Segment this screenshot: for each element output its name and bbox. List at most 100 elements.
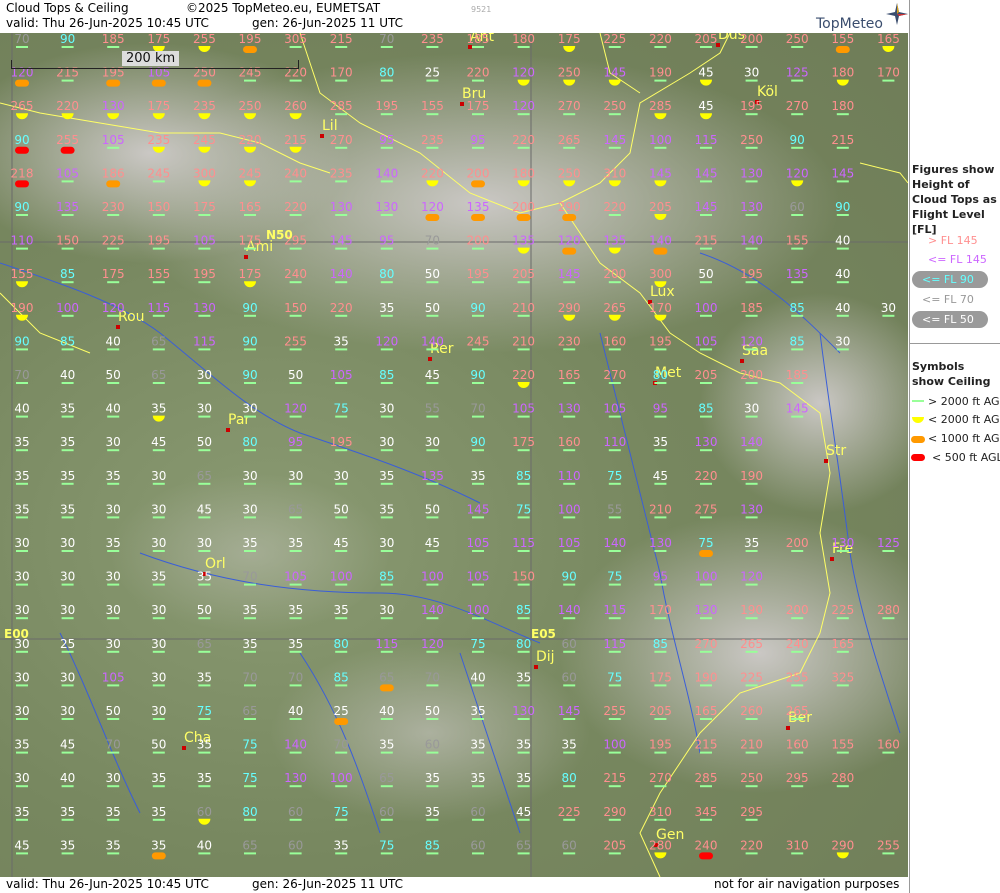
- cloud-top-value: 130: [740, 166, 763, 180]
- cloud-top-value: 190: [740, 469, 763, 483]
- cloud-top-value: 40: [288, 704, 303, 718]
- cloud-top-value: 110: [558, 469, 581, 483]
- cloud-top-value: 245: [467, 334, 490, 348]
- cloud-top-value: 35: [197, 771, 212, 785]
- satellite-map[interactable]: Ant Düs Bru Köl Lil Ami Lux Rou Rer Saa Met Par Str F…: [0, 33, 908, 877]
- cloud-top-value: 65: [242, 704, 257, 718]
- cloud-top-value: 35: [60, 402, 75, 416]
- cloud-top-value: 75: [242, 771, 257, 785]
- cloud-top-value: 190: [649, 66, 672, 80]
- cloud-top-value: 30: [197, 368, 212, 382]
- cloud-top-value: 75: [607, 670, 622, 684]
- cloud-top-value: 115: [512, 536, 535, 550]
- cloud-top-value: 35: [288, 637, 303, 651]
- cloud-top-value: 45: [60, 738, 75, 752]
- cloud-top-value: 240: [695, 838, 718, 852]
- cloud-top-value: 30: [881, 301, 896, 315]
- ceiling-pill-red-icon: [911, 454, 925, 461]
- cloud-top-value: 50: [425, 502, 440, 516]
- cloud-top-value: 235: [330, 166, 353, 180]
- cloud-top-value: 195: [239, 33, 262, 46]
- cloud-top-value: 230: [102, 200, 125, 214]
- cloud-top-value: 220: [740, 838, 763, 852]
- cloud-top-value: 225: [831, 603, 854, 617]
- cloud-top-value: 195: [467, 267, 490, 281]
- cloud-top-value: 105: [603, 402, 626, 416]
- cloud-top-value: 105: [467, 570, 490, 584]
- cloud-top-value: 225: [558, 805, 581, 819]
- cloud-top-value: 115: [695, 133, 718, 147]
- cloud-top-value: 45: [334, 536, 349, 550]
- cloud-top-value: 215: [284, 133, 307, 147]
- cloud-top-value: 290: [831, 838, 854, 852]
- cloud-top-value: 160: [786, 738, 809, 752]
- cloud-top-value: 165: [695, 704, 718, 718]
- city-marker: [830, 557, 834, 561]
- cloud-top-value: 40: [835, 267, 850, 281]
- cloud-top-value: 255: [193, 33, 216, 46]
- cloud-top-value: 290: [558, 200, 581, 214]
- grid-label-n50: N50: [266, 228, 293, 242]
- cloud-top-value: 245: [193, 133, 216, 147]
- cloud-top-value: 105: [330, 368, 353, 382]
- cloud-top-value: 170: [330, 66, 353, 80]
- cloud-top-value: 175: [193, 200, 216, 214]
- legend-symbols: [911, 400, 925, 461]
- cloud-top-value: 200: [786, 603, 809, 617]
- cloud-top-value: 180: [512, 166, 535, 180]
- cloud-top-value: 185: [786, 368, 809, 382]
- cloud-top-value: 210: [649, 502, 672, 516]
- cloud-top-value: 50: [197, 603, 212, 617]
- cloud-top-value: 120: [512, 66, 535, 80]
- cloud-top-value: 160: [603, 334, 626, 348]
- cloud-top-value: 35: [106, 805, 121, 819]
- cloud-top-value: 290: [603, 805, 626, 819]
- cloud-top-value: 200: [603, 267, 626, 281]
- city-marker: [320, 134, 324, 138]
- scale-bar-label: 200 km: [122, 51, 180, 66]
- cloud-top-value: 270: [330, 133, 353, 147]
- cloud-top-value: 250: [558, 166, 581, 180]
- cloud-top-value: 90: [242, 301, 257, 315]
- cloud-top-value: 150: [512, 570, 535, 584]
- cloud-top-value: 65: [516, 838, 531, 852]
- cloud-top-value: 205: [695, 33, 718, 46]
- cloud-top-value: 35: [60, 469, 75, 483]
- cloud-top-value: 235: [147, 133, 170, 147]
- cloud-top-value: 180: [831, 99, 854, 113]
- cloud-top-value: 35: [379, 469, 394, 483]
- cloud-top-value: 145: [558, 704, 581, 718]
- cloud-top-value: 130: [740, 502, 763, 516]
- cloud-top-value: 30: [744, 66, 759, 80]
- cloud-top-value: 75: [334, 805, 349, 819]
- cloud-top-value: 105: [512, 402, 535, 416]
- cloud-top-value: 90: [835, 200, 850, 214]
- cloud-top-value: 180: [831, 66, 854, 80]
- cloud-top-value: 70: [242, 670, 257, 684]
- cloud-top-value: 35: [60, 805, 75, 819]
- cloud-top-value: 175: [147, 33, 170, 46]
- cloud-top-value: 105: [193, 234, 216, 248]
- cloud-top-value: 70: [288, 670, 303, 684]
- cloud-top-value: 145: [695, 166, 718, 180]
- cloud-top-value: 40: [379, 704, 394, 718]
- cloud-top-value: 220: [512, 368, 535, 382]
- cloud-top-value: 205: [649, 200, 672, 214]
- cloud-top-value: 130: [193, 301, 216, 315]
- cloud-top-value: 165: [831, 637, 854, 651]
- cloud-top-value: 60: [562, 838, 577, 852]
- cloud-top-value: 130: [375, 200, 398, 214]
- cloud-top-value: 35: [334, 838, 349, 852]
- cloud-top-value: 218: [11, 166, 34, 180]
- cloud-top-value: 225: [603, 33, 626, 46]
- city-marker: [460, 102, 464, 106]
- cloud-top-value: 40: [470, 670, 485, 684]
- cloud-top-value: 105: [695, 334, 718, 348]
- cloud-top-value: 310: [649, 805, 672, 819]
- cloud-top-value: 85: [379, 570, 394, 584]
- cloud-top-value: 255: [284, 334, 307, 348]
- cloud-top-value: 145: [603, 66, 626, 80]
- cloud-top-value: 50: [334, 502, 349, 516]
- cloud-top-value: 35: [562, 738, 577, 752]
- cloud-top-value: 50: [197, 435, 212, 449]
